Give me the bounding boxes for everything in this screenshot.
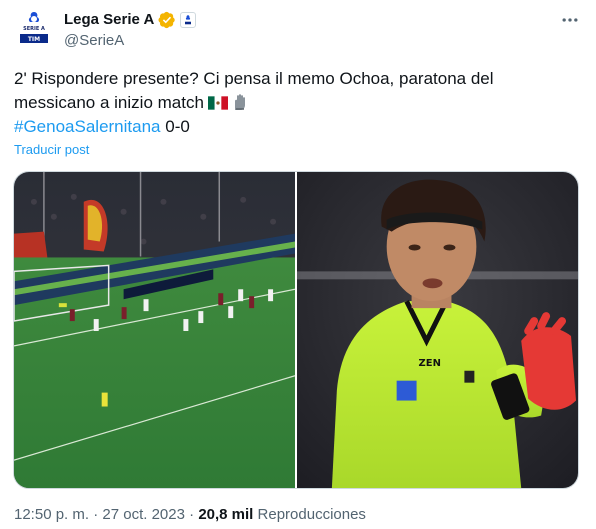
- media-grid: ZEN: [13, 171, 579, 489]
- jersey-ad-text: ZEN: [419, 358, 441, 369]
- more-dots-icon: [562, 18, 578, 22]
- gloves-emoji-icon: [234, 94, 245, 110]
- more-options-button[interactable]: [558, 10, 582, 30]
- tweet-card[interactable]: SERIE A TIM Lega Serie A @SerieA 2' Risp…: [0, 0, 596, 529]
- meta-separator-2: ·: [184, 506, 199, 523]
- views-label: Reproducciones: [253, 506, 366, 523]
- author-avatar[interactable]: SERIE A TIM: [14, 8, 54, 48]
- avatar-text-bottom: TIM: [28, 36, 40, 43]
- serie-a-affiliate-icon[interactable]: [180, 12, 197, 28]
- author-display-name[interactable]: Lega Serie A: [64, 10, 154, 30]
- stadium-match-photo[interactable]: [14, 172, 295, 488]
- tweet-date: 27 oct. 2023: [102, 506, 185, 523]
- views-link[interactable]: 20,8 mil Reproducciones: [198, 506, 366, 523]
- author-handle[interactable]: @SerieA: [64, 31, 124, 51]
- tweet-meta: 12:50 p. m. · 27 oct. 2023 · 20,8 mil Re…: [14, 505, 366, 525]
- ochoa-goalkeeper-photo[interactable]: ZEN: [297, 172, 578, 488]
- avatar-text-top: SERIE A: [23, 26, 45, 32]
- timestamp-link[interactable]: 12:50 p. m. · 27 oct. 2023: [14, 506, 185, 523]
- tweet-text-line-2-text: messicano a inizio match: [14, 93, 204, 112]
- tweet-text-line-3: #GenoaSalernitana 0-0: [14, 115, 584, 139]
- stadium-photo-image: [14, 172, 295, 488]
- tweet-time: 12:50 p. m.: [14, 506, 90, 523]
- goalkeeper-photo-image: ZEN: [297, 172, 578, 488]
- tweet-text: 2' Rispondere presente? Ci pensa il memo…: [14, 67, 584, 139]
- match-score: 0-0: [160, 117, 190, 136]
- author-name-row: Lega Serie A: [64, 10, 197, 30]
- hashtag-link[interactable]: #GenoaSalernitana: [14, 117, 161, 136]
- views-count: 20,8 mil: [198, 506, 254, 523]
- tweet-text-line-2: messicano a inizio match: [14, 91, 584, 115]
- meta-separator-1: ·: [89, 506, 103, 523]
- verified-gold-icon[interactable]: [158, 11, 176, 29]
- mexico-flag-emoji-icon: [207, 96, 228, 110]
- tweet-text-line-1: 2' Rispondere presente? Ci pensa il memo…: [14, 69, 494, 88]
- serie-a-logo-icon: SERIE A TIM: [14, 8, 54, 48]
- translate-post-link[interactable]: Traducir post: [14, 141, 89, 159]
